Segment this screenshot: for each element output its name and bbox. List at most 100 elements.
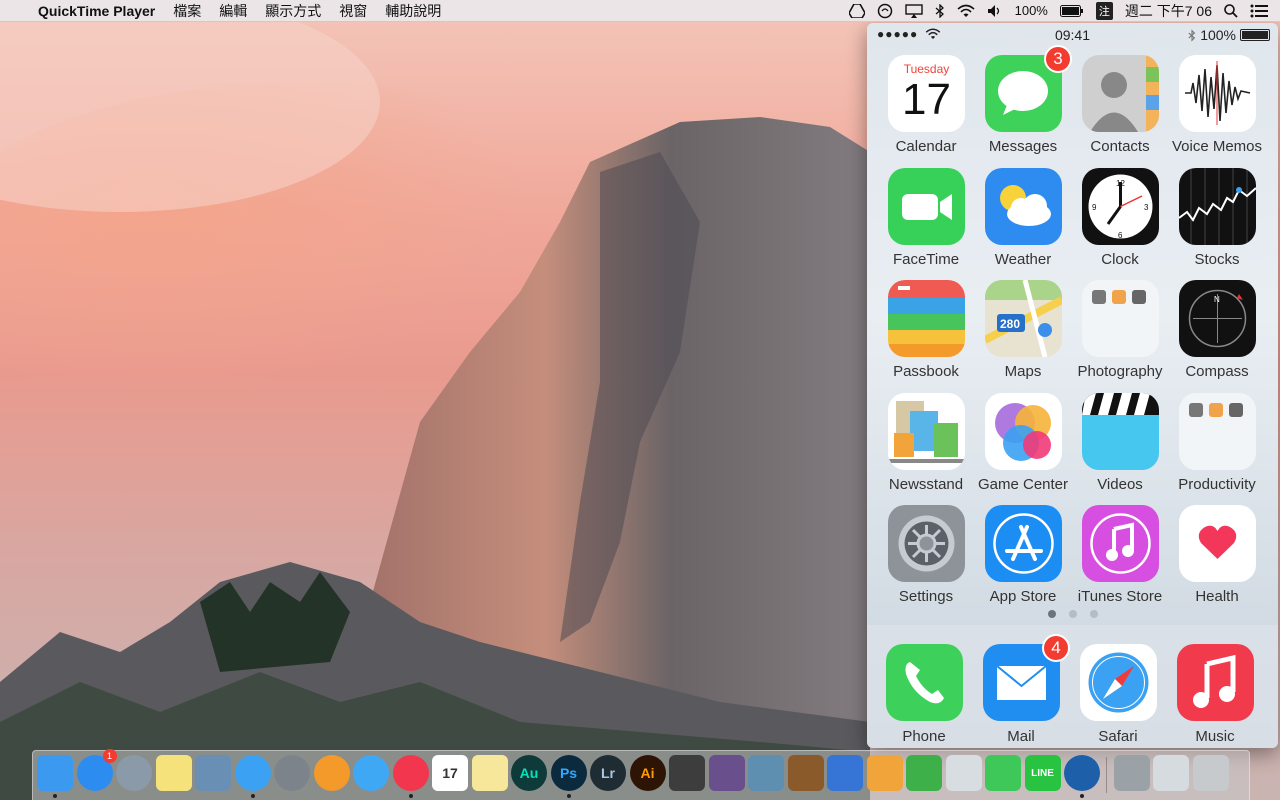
- compass-icon[interactable]: N: [1179, 280, 1256, 357]
- page-dot-1[interactable]: [1047, 610, 1056, 618]
- health-icon[interactable]: [1179, 505, 1256, 582]
- app-calendar[interactable]: Tuesday 17 Calendar: [867, 55, 965, 165]
- dock-app-safari[interactable]: Safari: [1059, 644, 1157, 748]
- app-compass[interactable]: N Compass: [1158, 280, 1256, 390]
- dock-preview-icon[interactable]: [195, 755, 231, 791]
- wifi-icon[interactable]: [951, 0, 981, 22]
- videos-icon[interactable]: [1082, 392, 1159, 470]
- dock-app-music[interactable]: Music: [1156, 644, 1254, 748]
- dock-photoshop-icon[interactable]: Ps: [550, 755, 587, 791]
- music-icon[interactable]: [1177, 644, 1254, 721]
- dock-app-mail[interactable]: 4 Mail: [962, 634, 1070, 748]
- dock-downloads-icon[interactable]: [1153, 755, 1189, 791]
- quicktime-iphone-window[interactable]: ●●●●● 09:41 100% Tuesday 17 Calendar 3 Messa…: [867, 23, 1278, 748]
- dock-calendar-icon[interactable]: 17: [432, 755, 468, 791]
- dock-line-icon[interactable]: LINE: [1024, 755, 1061, 791]
- app-settings[interactable]: Settings: [867, 505, 965, 615]
- app-facetime[interactable]: FaceTime: [867, 167, 965, 278]
- calendar-weekday: Tuesday: [903, 62, 950, 76]
- page-dot-2[interactable]: [1068, 610, 1077, 618]
- dock-keynote-icon[interactable]: [827, 755, 863, 791]
- app-stocks[interactable]: Stocks: [1158, 167, 1256, 278]
- airplay-icon[interactable]: [899, 0, 929, 22]
- app-itunes-store[interactable]: iTunes Store: [1061, 505, 1162, 615]
- dock-system-preferences-icon[interactable]: [274, 755, 310, 791]
- notification-center-icon[interactable]: [1244, 0, 1280, 22]
- game-center-icon[interactable]: [985, 392, 1062, 470]
- app-messages[interactable]: 3 Messages: [964, 45, 1072, 165]
- app-health[interactable]: Health: [1158, 505, 1256, 615]
- volume-icon[interactable]: [981, 0, 1009, 22]
- dock-audition-icon[interactable]: Au: [511, 755, 547, 791]
- iphone-status-bar: ●●●●● 09:41 100%: [867, 23, 1278, 47]
- app-game-center[interactable]: Game Center: [964, 392, 1068, 503]
- voice-memos-icon[interactable]: [1179, 55, 1256, 132]
- dock-messages-icon[interactable]: [353, 755, 389, 791]
- dock-preview-photos-icon[interactable]: [945, 755, 982, 791]
- dock-illustrator-icon[interactable]: Ai: [629, 755, 666, 791]
- dock-motion-icon[interactable]: [708, 755, 745, 791]
- dock-trash-icon[interactable]: [1192, 755, 1229, 791]
- settings-icon[interactable]: [888, 505, 965, 582]
- google-drive-icon[interactable]: [843, 0, 871, 22]
- weather-icon[interactable]: [985, 167, 1062, 245]
- dock-finder-icon[interactable]: [37, 755, 73, 791]
- sync-icon[interactable]: [871, 0, 899, 22]
- folder-icon[interactable]: [1082, 280, 1159, 357]
- phone-icon[interactable]: [886, 644, 963, 721]
- page-dot-3[interactable]: [1089, 610, 1098, 618]
- dock-lightroom-icon[interactable]: Lr: [590, 755, 626, 791]
- dock-itunes-icon[interactable]: [392, 755, 429, 791]
- newsstand-icon[interactable]: [888, 392, 965, 470]
- app-videos[interactable]: Videos: [1061, 392, 1159, 503]
- app-weather[interactable]: Weather: [964, 167, 1062, 278]
- app-newsstand[interactable]: Newsstand: [867, 392, 965, 503]
- dock-app-phone[interactable]: Phone: [867, 644, 963, 748]
- menu-window[interactable]: 視窗: [330, 1, 376, 21]
- itunes-store-icon[interactable]: [1082, 505, 1159, 582]
- app-voice-memos[interactable]: Voice Memos: [1158, 55, 1262, 165]
- facetime-icon[interactable]: [888, 167, 965, 245]
- menu-file[interactable]: 檔案: [164, 1, 210, 21]
- dock-stickies-icon[interactable]: [155, 755, 192, 791]
- calendar-icon[interactable]: Tuesday 17: [888, 55, 965, 132]
- menu-help[interactable]: 輔助說明: [376, 1, 450, 21]
- dock-pages-icon[interactable]: [866, 755, 903, 791]
- dock-quicktime-icon[interactable]: [1064, 755, 1100, 791]
- dock-iphoto-icon[interactable]: [748, 755, 784, 791]
- menu-view[interactable]: 顯示方式: [256, 1, 330, 21]
- clock-datetime[interactable]: 週二 下午7 06: [1119, 0, 1218, 22]
- app-app-store[interactable]: App Store: [964, 505, 1062, 615]
- contacts-icon[interactable]: [1082, 55, 1159, 132]
- spotlight-search-icon[interactable]: [1218, 0, 1244, 22]
- bluetooth-icon[interactable]: [929, 0, 951, 22]
- clock-icon[interactable]: 12 3 6 9: [1082, 167, 1159, 245]
- dock-launchpad-icon[interactable]: [116, 755, 152, 791]
- maps-icon[interactable]: 280: [985, 280, 1062, 357]
- battery-icon[interactable]: [1054, 0, 1090, 22]
- app-contacts[interactable]: Contacts: [1061, 55, 1159, 165]
- menu-edit[interactable]: 編輯: [210, 1, 256, 21]
- battery-percent[interactable]: 100%: [1009, 0, 1054, 22]
- dock-ibooks-icon[interactable]: [313, 755, 350, 791]
- app-menu[interactable]: QuickTime Player: [24, 3, 164, 19]
- dock-garageband-icon[interactable]: [787, 755, 824, 791]
- app-store-icon[interactable]: [985, 505, 1062, 582]
- app-photography[interactable]: Photography: [1061, 280, 1163, 390]
- dock-safari-icon[interactable]: [234, 755, 271, 791]
- folder-icon[interactable]: [1179, 392, 1256, 470]
- dock-final-cut-icon[interactable]: [669, 755, 705, 791]
- app-productivity[interactable]: Productivity: [1158, 392, 1256, 503]
- app-clock[interactable]: 12 3 6 9 Clock: [1061, 167, 1159, 278]
- dock-photo-slideshow-icon[interactable]: [1113, 755, 1150, 791]
- app-maps[interactable]: 280 Maps: [964, 280, 1062, 390]
- dock-facetime-icon[interactable]: [985, 755, 1021, 791]
- safari-icon[interactable]: [1080, 644, 1157, 721]
- page-indicator[interactable]: [867, 610, 1278, 618]
- dock-numbers-icon[interactable]: [906, 755, 942, 791]
- input-method-icon[interactable]: 注: [1090, 0, 1119, 22]
- passbook-icon[interactable]: [888, 280, 965, 357]
- app-passbook[interactable]: Passbook: [867, 280, 965, 390]
- dock-notes-icon[interactable]: [471, 755, 508, 791]
- stocks-icon[interactable]: [1179, 167, 1256, 245]
